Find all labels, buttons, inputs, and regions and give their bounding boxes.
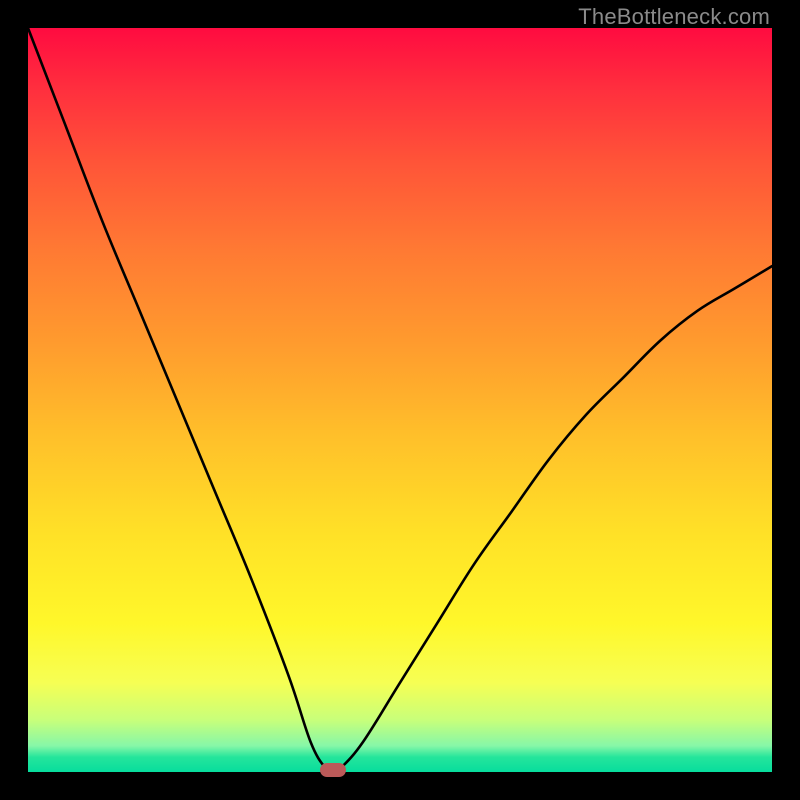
plot-area bbox=[28, 28, 772, 772]
watermark-text: TheBottleneck.com bbox=[578, 4, 770, 30]
bottleneck-curve bbox=[28, 28, 772, 772]
chart-frame: TheBottleneck.com bbox=[0, 0, 800, 800]
optimal-point-marker bbox=[320, 763, 346, 777]
